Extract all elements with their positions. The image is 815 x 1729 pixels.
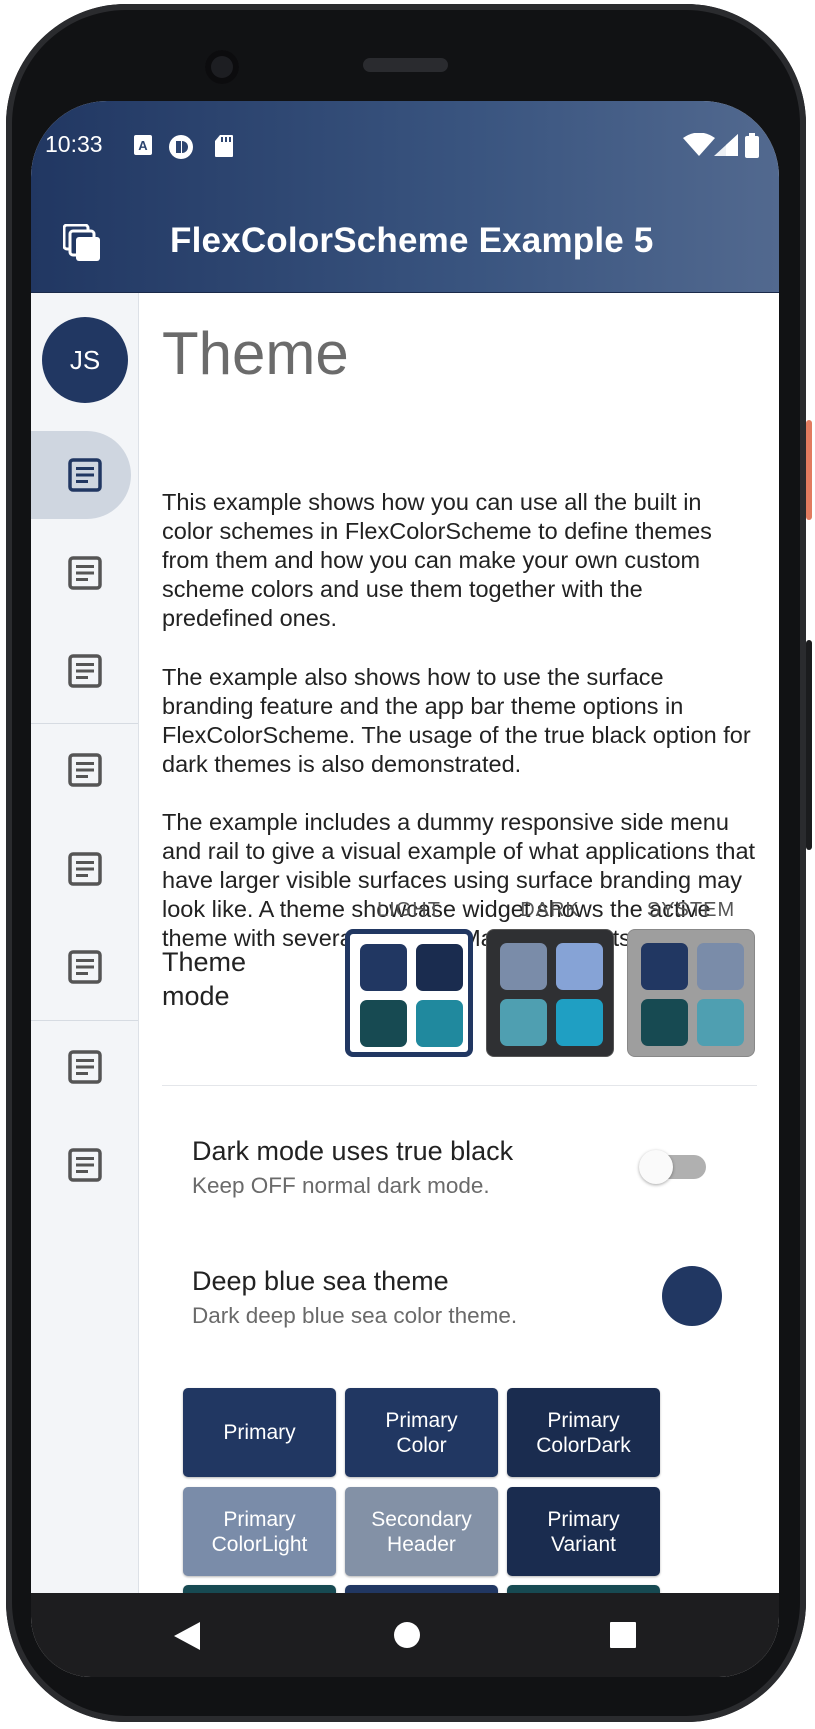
svg-text:A: A [138,138,148,153]
rail-divider [31,1020,138,1021]
article-icon [67,852,102,886]
color-box-primary: Primary [183,1388,336,1477]
color-swatch [500,999,547,1046]
back-icon[interactable] [172,1620,202,1652]
navigation-rail: JS [31,293,139,1593]
rail-item-3[interactable] [31,627,138,715]
theme-color-indicator[interactable] [662,1266,722,1326]
rail-item-8[interactable] [31,1121,138,1209]
color-box-primary-color-light: Primary ColorLight [183,1487,336,1576]
avatar[interactable]: JS [42,317,128,403]
article-icon [67,556,102,590]
color-swatch [360,944,407,991]
article-icon [67,458,102,492]
article-icon [67,654,102,688]
setting-title: Dark mode uses true black [192,1136,514,1166]
theme-mode-header-system: SYSTEM [646,899,736,921]
intro-paragraph-2: The example also shows how to use the su… [162,664,751,777]
app-title: FlexColorScheme Example 5 [170,221,654,260]
system-nav-bar [31,1593,779,1677]
theme-mode-header-light: LIGHT [377,899,441,921]
true-black-switch-knob[interactable] [639,1150,673,1184]
theme-mode-system[interactable] [627,929,755,1057]
color-swatch [500,943,547,990]
article-icon [67,1148,102,1182]
color-swatch [641,999,688,1046]
layers-icon[interactable] [63,224,101,262]
setting-subtitle: Dark deep blue sea color theme. [192,1303,518,1328]
rail-item-2[interactable] [31,529,138,617]
sd-card-icon [215,135,233,157]
article-icon [67,753,102,787]
front-camera [205,50,239,84]
volume-button [806,640,812,850]
cell-signal-icon [714,134,738,156]
color-box-primary-color: Primary Color [345,1388,498,1477]
color-swatch [641,943,688,990]
rail-item-6[interactable] [31,923,138,1011]
color-swatch [416,1000,463,1047]
wifi-icon [683,133,715,156]
article-icon [67,950,102,984]
translate-icon: A [134,135,152,155]
color-swatch [697,943,744,990]
screen: 10:33 A FlexColorScheme Example 5 JS The… [31,101,779,1677]
nfc-icon [169,135,193,159]
theme-mode-dark[interactable] [486,929,614,1057]
theme-mode-light[interactable] [345,929,473,1057]
status-time: 10:33 [45,131,103,157]
earpiece-speaker [363,58,448,72]
color-swatch [416,944,463,991]
avatar-initials: JS [69,344,101,375]
status-bar: 10:33 A [31,101,779,187]
color-swatch [556,943,603,990]
setting-subtitle: Keep OFF normal dark mode. [192,1173,490,1198]
battery-icon [745,133,759,158]
color-box-secondary-header: Secondary Header [345,1487,498,1576]
app-bar: 10:33 A FlexColorScheme Example 5 [31,101,779,293]
color-swatch [697,999,744,1046]
main-content: Theme This example shows how you can use… [162,293,762,1605]
rail-item-4[interactable] [31,726,138,814]
power-button [806,420,812,520]
color-swatch [556,999,603,1046]
intro-paragraph-1: This example shows how you can use all t… [162,489,712,631]
theme-mode-header-dark: DARK [520,899,580,921]
color-box-primary-color-dark: Primary ColorDark [507,1388,660,1477]
rail-divider [31,723,138,724]
color-box-primary-variant: Primary Variant [507,1487,660,1576]
color-swatch [360,1000,407,1047]
theme-mode-label: Theme mode [162,947,247,1011]
rail-item-1[interactable] [31,431,138,519]
rail-item-5[interactable] [31,825,138,913]
setting-title: Deep blue sea theme [192,1266,449,1296]
article-icon [67,1050,102,1084]
recents-icon[interactable] [608,1620,638,1650]
page-title: Theme [162,320,349,387]
home-icon[interactable] [392,1620,422,1650]
rail-item-7[interactable] [31,1023,138,1111]
section-divider [162,1085,757,1086]
